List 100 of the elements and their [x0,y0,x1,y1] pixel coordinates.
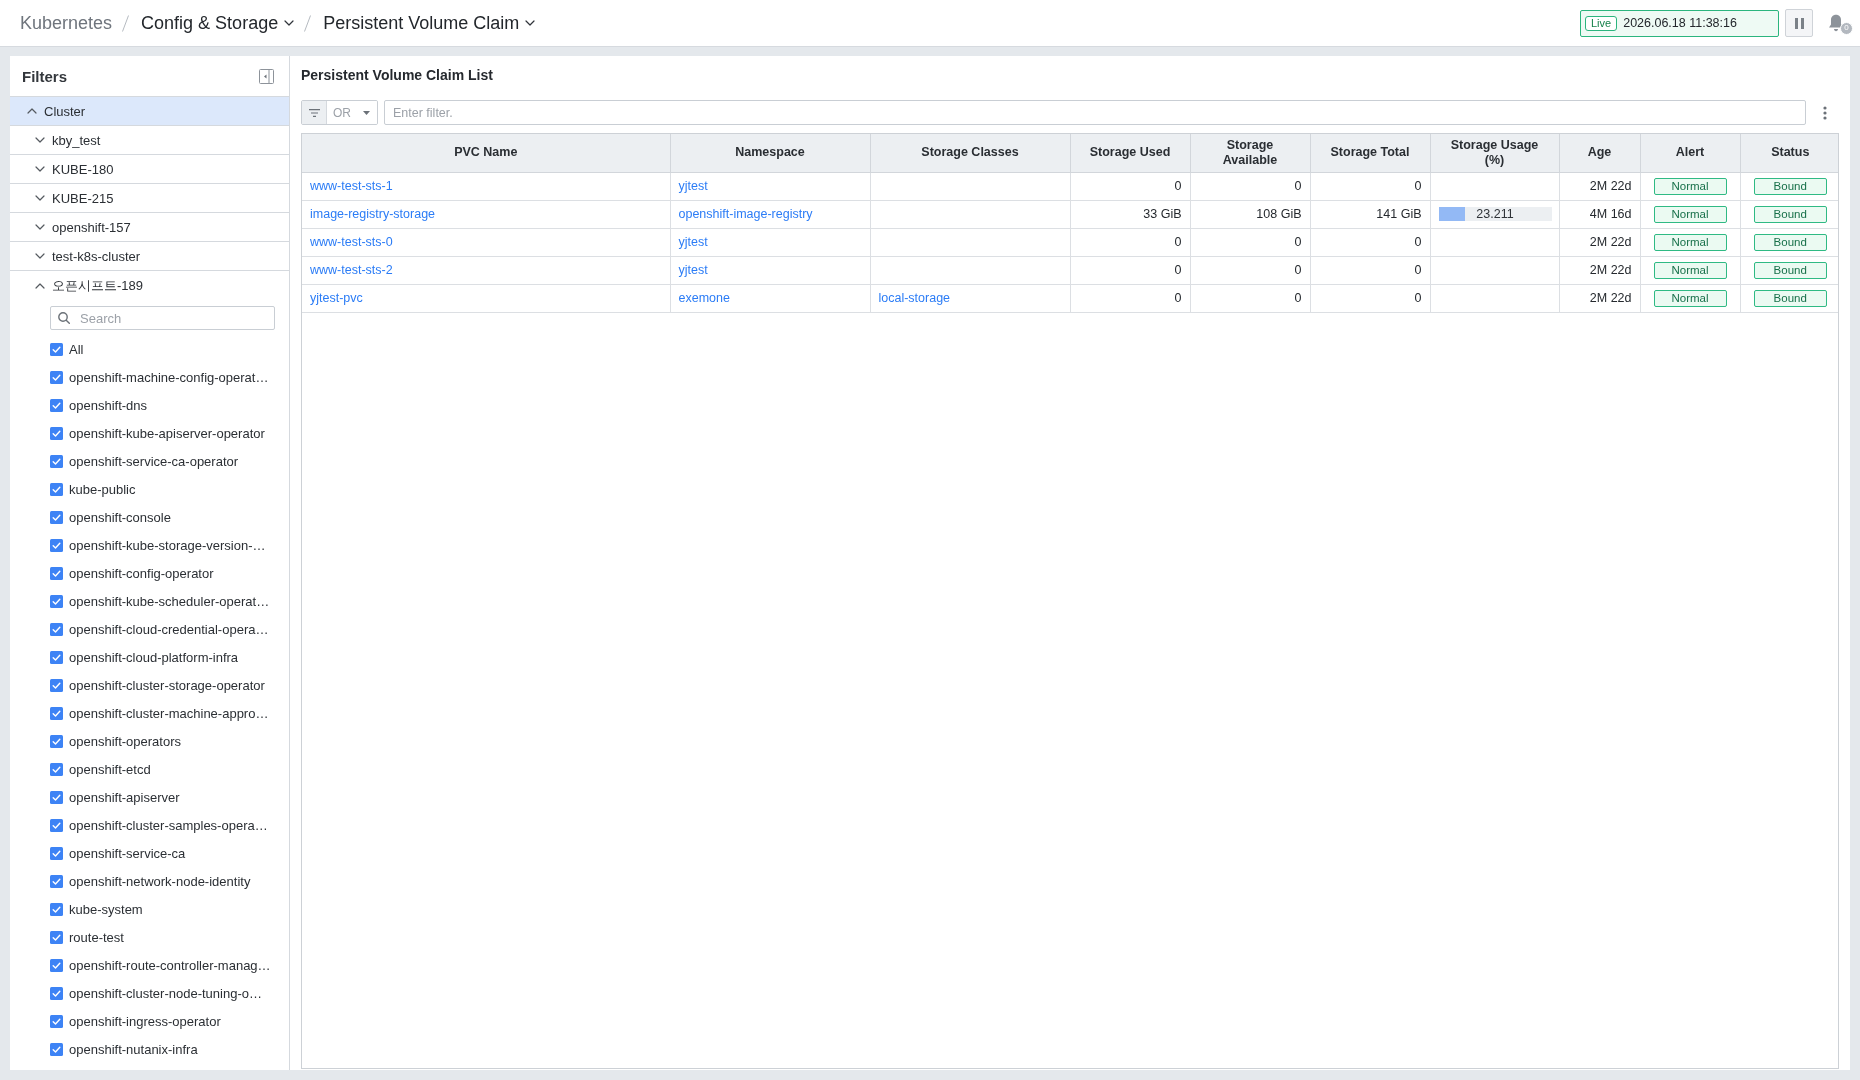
timestamp: 2026.06.18 11:38:16 [1623,16,1737,30]
namespace-option[interactable]: openshift-cloud-credential-opera… [50,615,275,643]
namespace-option[interactable]: openshift-apiserver [50,783,275,811]
table-cell: 108 GiB [1190,200,1310,228]
alert-badge: Normal [1653,205,1727,223]
checkbox[interactable] [50,762,63,776]
chevron-down-icon [284,20,295,26]
checkbox[interactable] [50,818,63,832]
checkbox[interactable] [50,790,63,804]
table-cell: 2M 22d [1559,172,1640,200]
namespace-option[interactable]: openshift-kube-storage-version-… [50,531,275,559]
namespace-option[interactable]: kube-public [50,475,275,503]
status-badge: Bound [1753,233,1827,251]
namespace-link[interactable]: yjtest [678,179,708,193]
namespace-option[interactable]: openshift-etcd [50,755,275,783]
column-header: Storage Available [1190,134,1310,172]
storage-class-link[interactable]: local-storage [878,291,951,305]
table-cell: 0 [1310,256,1430,284]
checkbox[interactable] [50,538,63,552]
panel-title: Filters [22,67,67,85]
namespace-option[interactable]: openshift-cluster-machine-appro… [50,699,275,727]
filter-input[interactable]: Enter filter. [384,100,1806,125]
namespace-option[interactable]: openshift-ingress-operator [50,1007,275,1035]
table-cell: 141 GiB [1310,200,1430,228]
breadcrumb-link[interactable]: Kubernetes [20,12,113,34]
table-cell: 2M 22d [1559,256,1640,284]
alert-badge: Normal [1653,289,1727,307]
namespace-option[interactable]: openshift-network-node-identity [50,867,275,895]
namespace-option[interactable]: openshift-cloud-platform-infra [50,643,275,671]
namespace-option[interactable]: openshift-config-operator [50,559,275,587]
namespace-option[interactable]: All [50,335,275,363]
live-indicator[interactable]: Live 2026.06.18 11:38:16 [1580,9,1779,37]
checkbox[interactable] [50,370,63,384]
checkbox[interactable] [50,594,63,608]
namespace-option[interactable]: openshift-route-controller-manag… [50,951,275,979]
namespace-link[interactable]: yjtest [678,235,708,249]
checkbox[interactable] [50,342,63,356]
namespace-option[interactable]: openshift-dns [50,391,275,419]
namespace-option[interactable]: openshift-kube-apiserver-operator [50,419,275,447]
table-cell: 0 [1190,284,1310,312]
column-header: Namespace [670,134,870,172]
checkbox[interactable] [50,734,63,748]
checkbox[interactable] [50,874,63,888]
search-icon [58,312,70,324]
pvc-name-link[interactable]: www-test-sts-1 [310,179,393,193]
namespace-option[interactable]: openshift-service-ca-operator [50,447,275,475]
table-cell: 0 [1070,284,1190,312]
checkbox[interactable] [50,678,63,692]
checkbox[interactable] [50,622,63,636]
namespace-option[interactable]: openshift-service-ca [50,839,275,867]
bell-icon[interactable] [1828,14,1844,32]
namespace-option[interactable]: openshift-cluster-samples-opera… [50,811,275,839]
checkbox[interactable] [50,958,63,972]
namespace-option[interactable]: openshift-cluster-node-tuning-o… [50,979,275,1007]
status-badge: Bound [1753,177,1827,195]
namespace-option[interactable]: openshift-nutanix-infra [50,1035,275,1063]
table-cell: 33 GiB [1070,200,1190,228]
table-cell: 0 [1190,172,1310,200]
namespace-link[interactable]: openshift-image-registry [678,207,813,221]
checkbox[interactable] [50,902,63,916]
checkbox[interactable] [50,650,63,664]
namespace-option[interactable]: openshift-kube-scheduler-operat… [50,587,275,615]
breadcrumb-dropdown[interactable]: Persistent Volume Claim [323,12,536,34]
checkbox[interactable] [50,846,63,860]
namespace-option[interactable]: route-test [50,923,275,951]
pause-button[interactable] [1785,9,1813,37]
checkbox[interactable] [50,930,63,944]
namespace-option[interactable]: kube-system [50,895,275,923]
table-cell: 4M 16d [1559,200,1640,228]
column-header: Storage Usage (%) [1430,134,1559,172]
pvc-name-link[interactable]: www-test-sts-0 [310,235,393,249]
column-header: Storage Used [1070,134,1190,172]
search-field[interactable]: Search [50,306,275,330]
pvc-name-link[interactable]: image-registry-storage [310,207,436,221]
pvc-name-link[interactable]: yjtest-pvc [310,291,363,305]
checkbox[interactable] [50,1042,63,1056]
namespace-option[interactable]: openshift-console [50,503,275,531]
checkbox[interactable] [50,1014,63,1028]
usage-value: 23.211 [1476,207,1514,221]
checkbox[interactable] [50,986,63,1000]
namespace-option[interactable]: openshift-operators [50,727,275,755]
namespace-option[interactable]: openshift-machine-config-operat… [50,363,275,391]
tree-item[interactable]: Cluster [10,97,289,126]
slash-divider [122,14,130,32]
table-cell: 0 [1070,256,1190,284]
column-header: Age [1559,134,1640,172]
collapse-panel-icon[interactable] [259,68,274,84]
namespace-option[interactable]: openshift-cluster-storage-operator [50,671,275,699]
table-cell: 0 [1310,228,1430,256]
checkbox[interactable] [50,706,63,720]
checkbox[interactable] [50,482,63,496]
checkbox[interactable] [50,510,63,524]
checkbox[interactable] [50,398,63,412]
namespace-link[interactable]: exemone [678,291,730,305]
pvc-name-link[interactable]: www-test-sts-2 [310,263,393,277]
checkbox[interactable] [50,566,63,580]
checkbox[interactable] [50,454,63,468]
checkbox[interactable] [50,426,63,440]
namespace-link[interactable]: yjtest [678,263,708,277]
breadcrumb-dropdown[interactable]: Config & Storage [141,12,295,34]
